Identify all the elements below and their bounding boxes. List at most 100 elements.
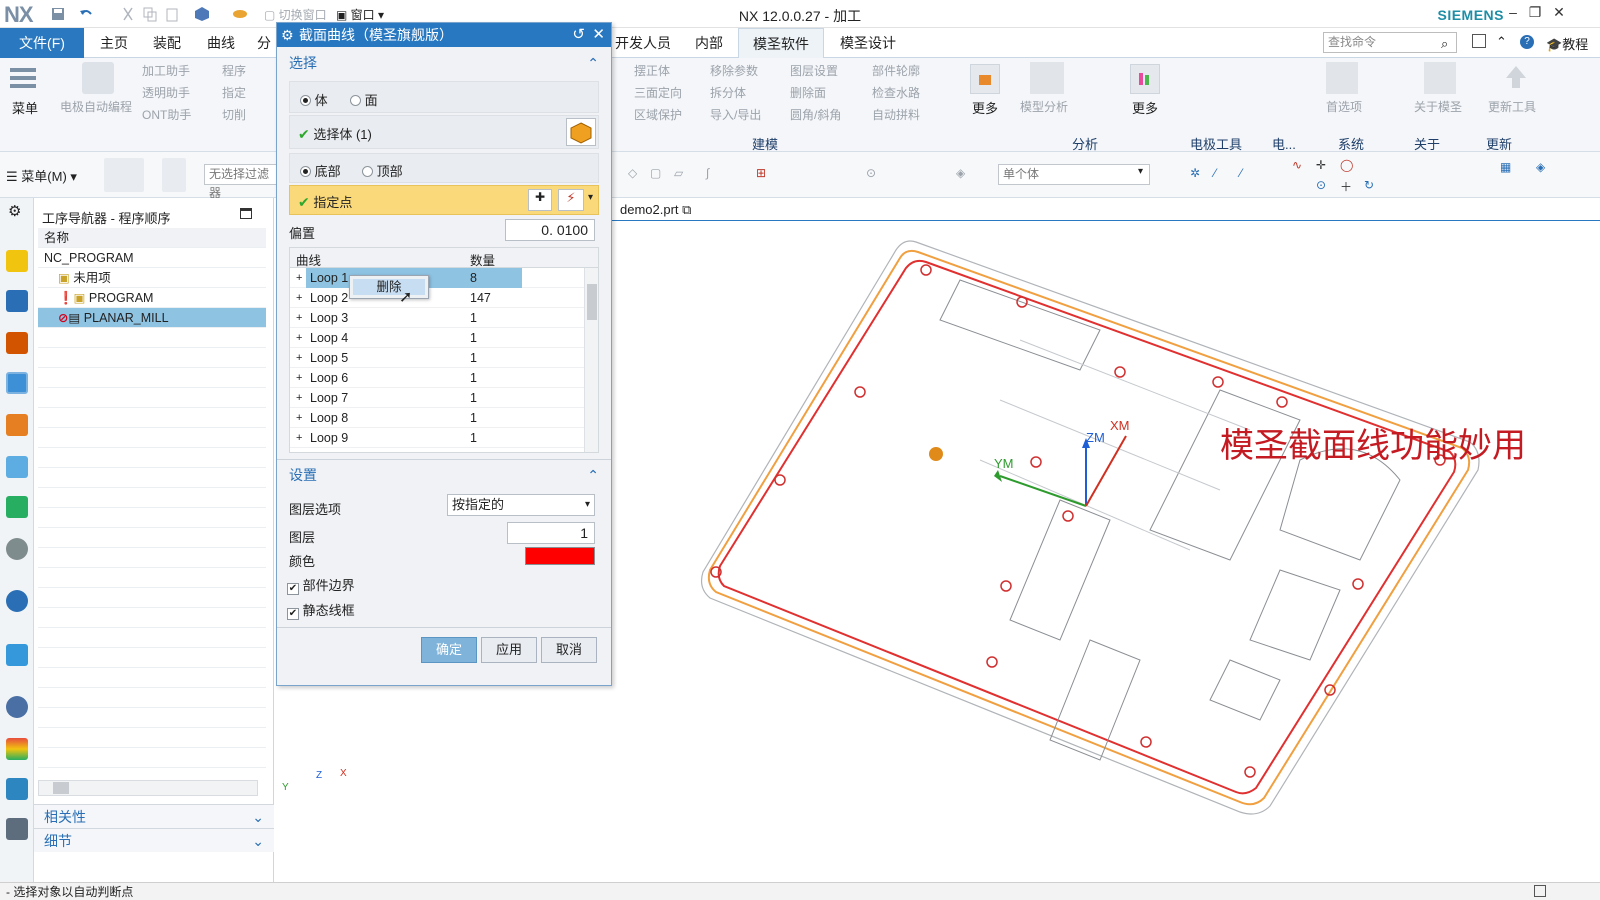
layer-option-select[interactable]: 按指定的 ▾ bbox=[447, 494, 595, 516]
menu-icon[interactable] bbox=[8, 64, 40, 94]
ribbon-item-program[interactable]: 程序 bbox=[222, 62, 246, 79]
view-cube-icon[interactable]: ◈ bbox=[1536, 160, 1554, 178]
ribbon-item-split-body[interactable]: 拆分体 bbox=[710, 84, 746, 101]
static-wireframe-checkbox[interactable]: ✔ 静态线框 bbox=[287, 600, 355, 620]
tab-home[interactable]: 主页 bbox=[84, 28, 144, 58]
expand-icon[interactable]: + bbox=[296, 408, 302, 428]
model-analysis-label[interactable]: 模型分析 bbox=[1020, 98, 1068, 115]
preferences-label[interactable]: 首选项 bbox=[1326, 98, 1362, 115]
group-label-analysis[interactable]: 分析 bbox=[1072, 134, 1098, 153]
ribbon-item-delete-face[interactable]: 删除面 bbox=[790, 84, 826, 101]
rotate-icon[interactable]: ↻ bbox=[1364, 178, 1382, 196]
eye-icon[interactable] bbox=[6, 538, 28, 560]
select-body[interactable]: ✔ 选择体 (1) bbox=[298, 124, 372, 143]
gear-icon[interactable]: ⚙ bbox=[8, 202, 21, 220]
about-icon[interactable] bbox=[1424, 62, 1456, 94]
ribbon-item-remove-params[interactable]: 移除参数 bbox=[710, 62, 758, 79]
close-icon[interactable]: ✕ bbox=[1548, 4, 1570, 24]
loop-row[interactable]: + Loop 18 bbox=[290, 268, 584, 288]
electrode-auto-label[interactable]: 电极自动编程 bbox=[60, 98, 132, 115]
color-palette-icon[interactable] bbox=[6, 738, 28, 760]
scroll-thumb[interactable] bbox=[587, 284, 597, 320]
chevron-down-icon[interactable]: ⌄ bbox=[252, 829, 264, 853]
preferences-icon[interactable] bbox=[1326, 62, 1358, 94]
point-dialog-icon[interactable]: ✚ bbox=[528, 189, 552, 211]
minimize-icon[interactable]: – bbox=[1502, 4, 1524, 24]
face-snap-icon[interactable]: ▱ bbox=[674, 166, 692, 184]
loop-row[interactable]: + Loop 4 1 bbox=[290, 328, 584, 348]
plus-icon[interactable]: ＋ bbox=[1340, 178, 1358, 196]
view-icon[interactable]: ◈ bbox=[956, 166, 974, 184]
radio-face[interactable]: 面 bbox=[350, 90, 378, 109]
relationships-panel[interactable]: 相关性 ⌄ bbox=[34, 804, 274, 828]
select-body-row[interactable]: ✔ 选择体 (1) bbox=[289, 115, 599, 149]
help-icon[interactable]: ? bbox=[1520, 35, 1534, 49]
tab-mosheng-design[interactable]: 模圣设计 bbox=[828, 28, 908, 58]
ribbon-item-ont-assistant[interactable]: ONT助手 bbox=[142, 106, 191, 123]
chevron-up-icon[interactable]: ⌃ bbox=[1496, 34, 1507, 50]
part-navigator-icon[interactable] bbox=[6, 332, 28, 354]
ribbon-item-layer-settings[interactable]: 图层设置 bbox=[790, 62, 838, 79]
chevron-down-icon[interactable]: ⌄ bbox=[252, 805, 264, 829]
horizontal-scrollbar[interactable] bbox=[38, 780, 258, 796]
specify-point[interactable]: ✔ 指定点 bbox=[298, 192, 352, 211]
more-icon[interactable] bbox=[970, 64, 1000, 94]
inferred-point-icon[interactable]: ⚡ bbox=[558, 189, 584, 211]
ribbon-item-three-face-orient[interactable]: 三面定向 bbox=[634, 84, 682, 101]
group-label-system[interactable]: 系统 bbox=[1338, 134, 1364, 153]
group-label-electrode-2[interactable]: 电... bbox=[1272, 134, 1296, 153]
vertical-scrollbar[interactable] bbox=[584, 268, 598, 452]
cancel-button[interactable]: 取消 bbox=[541, 637, 597, 663]
section-settings-header[interactable]: 设置 ⌃ bbox=[283, 463, 603, 487]
model-analysis-icon[interactable] bbox=[1030, 62, 1064, 94]
restore-icon[interactable]: ❐ bbox=[1524, 4, 1546, 24]
search-icon[interactable]: ⌕ bbox=[1441, 36, 1448, 52]
update-icon[interactable] bbox=[1500, 62, 1532, 94]
ribbon-item-import-export[interactable]: 导入/导出 bbox=[710, 106, 761, 123]
details-panel[interactable]: 细节 ⌄ bbox=[34, 828, 274, 852]
expand-icon[interactable]: + bbox=[296, 428, 302, 448]
tree-row-planar-mill[interactable]: ⊘▤ PLANAR_MILL bbox=[38, 308, 266, 328]
line-snap-icon[interactable]: ⁄ bbox=[1214, 166, 1232, 184]
target-icon[interactable]: ⊙ bbox=[1316, 178, 1334, 196]
group-label-electrode-tool[interactable]: 电极工具 bbox=[1190, 134, 1242, 153]
more-button-1[interactable]: 更多 bbox=[972, 98, 998, 117]
operation-navigator-icon[interactable] bbox=[6, 372, 28, 394]
radio-bottom[interactable]: 底部 bbox=[300, 161, 341, 180]
menu-dropdown[interactable]: ☰ 菜单(M) ▾ bbox=[6, 166, 77, 185]
expand-icon[interactable]: + bbox=[296, 328, 302, 348]
history-icon[interactable] bbox=[6, 496, 28, 518]
robot-icon[interactable] bbox=[6, 778, 28, 800]
expand-icon[interactable]: + bbox=[296, 308, 302, 328]
tab-internal[interactable]: 内部 bbox=[684, 28, 734, 58]
file-menu-tab[interactable]: 文件(F) bbox=[0, 28, 84, 58]
update-tool-label[interactable]: 更新工具 bbox=[1488, 98, 1536, 115]
tab-developer[interactable]: 开发人员 bbox=[612, 28, 674, 58]
loop-row[interactable]: + Loop 6 1 bbox=[290, 368, 584, 388]
type-filter-select[interactable]: 无选择过滤器 bbox=[204, 164, 278, 200]
layer-input[interactable]: 1 bbox=[507, 522, 595, 544]
color-swatch[interactable] bbox=[525, 547, 595, 565]
ribbon-item-specify[interactable]: 指定 bbox=[222, 84, 246, 101]
ribbon-item-transparent-assistant[interactable]: 透明助手 bbox=[142, 84, 190, 101]
tab-mosheng-software[interactable]: 模圣软件 bbox=[738, 28, 824, 58]
ribbon-item-check-waterline[interactable]: 检查水路 bbox=[872, 84, 920, 101]
part-boundary-checkbox[interactable]: ✔ 部件边界 bbox=[287, 575, 355, 595]
ribbon-item-area-protect[interactable]: 区域保护 bbox=[634, 106, 682, 123]
chevron-up-icon[interactable]: ⌃ bbox=[587, 463, 599, 487]
tool-icon[interactable] bbox=[6, 818, 28, 840]
clock-icon[interactable] bbox=[6, 696, 28, 718]
ribbon-item-part-outline[interactable]: 部件轮廓 bbox=[872, 62, 920, 79]
center-snap-icon[interactable]: ⊙ bbox=[866, 166, 884, 184]
loop-row[interactable]: + Loop 5 1 bbox=[290, 348, 584, 368]
tutorial-button[interactable]: 🎓教程 bbox=[1546, 34, 1588, 53]
model-view[interactable]: XM YM ZM bbox=[612, 222, 1600, 882]
circle-icon[interactable]: ◯ bbox=[1340, 158, 1358, 176]
tab-assembly[interactable]: 装配 bbox=[142, 28, 192, 58]
fullscreen-icon[interactable] bbox=[1534, 885, 1546, 897]
scope-select[interactable]: 单个体 bbox=[998, 164, 1150, 185]
more-button-2[interactable]: 更多 bbox=[1132, 98, 1158, 117]
machine-navigator-icon[interactable] bbox=[6, 414, 28, 436]
expand-icon[interactable]: + bbox=[296, 268, 302, 288]
radio-top[interactable]: 顶部 bbox=[362, 161, 403, 180]
